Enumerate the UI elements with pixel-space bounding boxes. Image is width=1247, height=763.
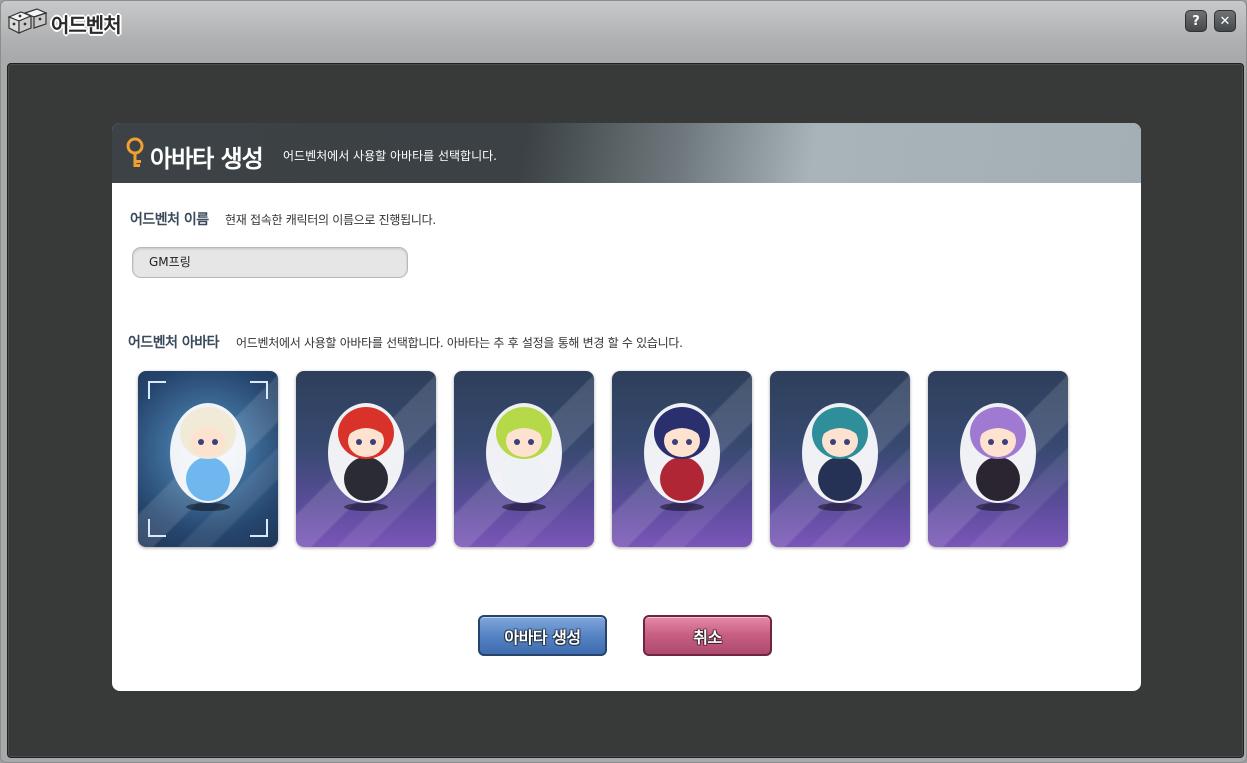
avatar-creation-panel: 아바타 생성 어드벤처에서 사용할 아바타를 선택합니다. 어드벤처 이름 현재… <box>112 123 1141 691</box>
green-haired-cat-avatar <box>486 403 562 511</box>
help-button[interactable]: ? <box>1185 10 1207 32</box>
create-avatar-label: 아바타 생성 <box>504 627 581 647</box>
avatar-card[interactable] <box>296 371 436 547</box>
window-title: 어드벤처 <box>51 13 122 37</box>
help-icon: ? <box>1192 13 1200 29</box>
title-bar[interactable]: 어드벤처 ? ✕ <box>1 1 1246 41</box>
navy-haired-bear-avatar <box>644 403 720 511</box>
close-icon: ✕ <box>1219 13 1231 29</box>
avatar-card[interactable] <box>612 371 752 547</box>
name-section-description: 현재 접속한 캐릭터의 이름으로 진행됩니다. <box>225 213 436 227</box>
teal-haired-cake-avatar <box>802 403 878 511</box>
create-avatar-button[interactable]: 아바타 생성 <box>478 615 607 656</box>
avatar-card[interactable] <box>454 371 594 547</box>
selection-corner <box>250 519 268 537</box>
adventure-window: 어드벤처 ? ✕ 아바타 생성 어드벤처에서 사용할 아바타를 선택합니다. 어… <box>0 0 1247 763</box>
cancel-button[interactable]: 취소 <box>643 615 772 656</box>
selection-corner <box>148 519 166 537</box>
panel-subtitle: 어드벤처에서 사용할 아바타를 선택합니다. <box>283 149 497 163</box>
key-icon <box>126 137 144 167</box>
name-section-label: 어드벤처 이름 <box>130 212 209 228</box>
cancel-label: 취소 <box>693 627 722 647</box>
avatar-section-description: 어드벤처에서 사용할 아바타를 선택합니다. 아바타는 추 후 설정을 통해 변… <box>236 336 683 350</box>
avatar-card[interactable] <box>770 371 910 547</box>
avatar-card[interactable] <box>928 371 1068 547</box>
selection-corner <box>250 381 268 399</box>
adventure-name-field[interactable]: GM프링 <box>132 247 408 278</box>
dice-logo-icon <box>7 8 47 34</box>
purple-haired-tophat-avatar <box>960 403 1036 511</box>
panel-title: 아바타 생성 <box>150 145 264 173</box>
red-haired-suit-avatar <box>328 403 404 511</box>
selection-corner <box>148 381 166 399</box>
avatar-card[interactable] <box>138 371 278 547</box>
panel-header: 아바타 생성 어드벤처에서 사용할 아바타를 선택합니다. <box>112 123 1141 183</box>
close-button[interactable]: ✕ <box>1214 10 1236 32</box>
avatar-section-label: 어드벤처 아바타 <box>128 335 220 351</box>
